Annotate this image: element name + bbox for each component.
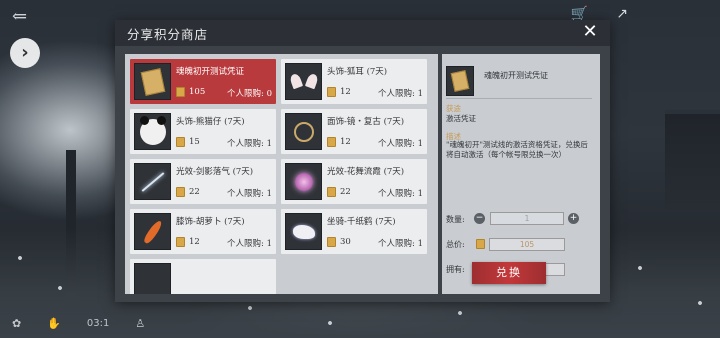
item-thumbnail [285,163,322,200]
quantity-label: 数量: [446,215,465,224]
item-card[interactable]: 头饰-狐耳 (7天) 12 个人限购: 1 [281,59,427,104]
item-thumbnail [134,213,171,250]
points-coin-icon [327,137,336,147]
item-name: 魂魄初开测试凭证 [176,67,245,77]
points-coin-icon [327,187,336,197]
close-button[interactable]: ✕ [580,22,600,42]
item-thumbnail [134,113,171,150]
item-card[interactable]: 光效-花舞流霞 (7天) 22 个人限购: 1 [281,159,427,204]
points-coin-icon [476,239,485,249]
modal-header: 分享积分商店 ✕ [115,20,610,46]
back-arrow-icon[interactable]: ⇐ [12,8,34,26]
person-icon[interactable]: ♙ [135,317,145,330]
quantity-decrease-button[interactable]: − [474,213,485,224]
item-price: 12 [189,237,200,247]
item-thumbnail [134,63,171,100]
detail-item-name: 魂魄初开测试凭证 [484,71,548,80]
house-silhouette [665,110,720,210]
item-price: 12 [340,87,351,97]
fox-ears-icon [291,74,317,90]
item-thumbnail [285,213,322,250]
description-text: "魂魄初开"测试线的激活资格凭证，兑换后将自动激活（每个帐号限兑换一次） [446,140,588,159]
bottom-hud: ✿ ✋ 03:1 ♙ [12,317,145,330]
total-label: 总价: [446,240,465,249]
item-limit: 个人限购: 1 [227,139,272,149]
item-thumbnail [285,113,322,150]
scroll-icon [450,70,470,92]
item-price: 22 [189,187,200,197]
item-price: 22 [340,187,351,197]
share-icon[interactable]: ↗ [616,6,628,22]
chevron-right-icon[interactable]: › [10,38,40,68]
item-name: 头饰-狐耳 (7天) [327,67,388,77]
item-card[interactable] [130,259,276,294]
item-limit: 个人限购: 1 [378,189,423,199]
item-card[interactable]: 光效-剑影落气 (7天) 22 个人限购: 1 [130,159,276,204]
total-price-value: 105 [489,238,565,251]
paper-crane-icon [292,224,315,239]
panda-icon [139,115,166,145]
item-limit: 个人限购: 1 [227,239,272,249]
item-limit: 个人限购: 1 [378,89,423,99]
item-thumbnail [134,263,171,294]
sword-light-icon [141,171,164,192]
clock-readout: 03:1 [86,318,110,329]
owned-label: 拥有: [446,265,465,274]
item-card[interactable]: 头饰-熊猫仔 (7天) 15 个人限购: 1 [130,109,276,154]
item-limit: 个人限购: 1 [378,239,423,249]
modal-title: 分享积分商店 [127,27,209,42]
item-name: 膝饰-胡萝卜 (7天) [176,217,245,227]
item-name: 头饰-熊猫仔 (7天) [176,117,245,127]
item-price: 105 [189,87,206,97]
item-name: 光效-花舞流霞 (7天) [327,167,405,177]
item-card[interactable]: 面饰-镜・复古 (7天) 12 个人限购: 1 [281,109,427,154]
hand-icon[interactable]: ✋ [47,317,61,330]
detail-thumbnail [446,66,474,96]
item-price: 12 [340,137,351,147]
points-coin-icon [176,187,185,197]
item-price: 30 [340,237,351,247]
item-name: 光效-剑影落气 (7天) [176,167,254,177]
scroll-icon [140,67,165,96]
item-price: 15 [189,137,200,147]
item-detail-panel: 魂魄初开测试凭证 获途 激活凭证 描述 "魂魄初开"测试线的激活资格凭证，兑换后… [442,54,600,294]
points-coin-icon [327,237,336,247]
item-card[interactable]: 膝饰-胡萝卜 (7天) 12 个人限购: 1 [130,209,276,254]
item-limit: 个人限购: 1 [227,189,272,199]
item-list: 魂魄初开测试凭证 105 个人限购: 0 头饰-狐耳 (7天) 12 个人限购:… [125,54,438,294]
item-limit: 个人限购: 0 [227,89,272,99]
item-thumbnail [134,163,171,200]
quantity-field[interactable]: 1 [490,212,564,225]
carrot-icon [141,218,164,245]
points-coin-icon [176,137,185,147]
divider [446,98,592,99]
source-value: 激活凭证 [446,114,476,123]
item-limit: 个人限购: 1 [378,139,423,149]
item-thumbnail [285,63,322,100]
item-card[interactable]: 魂魄初开测试凭证 105 个人限购: 0 [130,59,276,104]
points-coin-icon [176,237,185,247]
points-coin-icon [176,87,185,97]
item-name: 坐骑-千纸鹤 (7天) [327,217,396,227]
points-coin-icon [327,87,336,97]
item-name: 面饰-镜・复古 (7天) [327,117,405,127]
exchange-button[interactable]: 兑换 [472,262,546,284]
shop-modal: 分享积分商店 ✕ 魂魄初开测试凭证 105 个人限购: 0 头饰-狐耳 (7天)… [115,20,610,302]
item-card[interactable]: 坐骑-千纸鹤 (7天) 30 个人限购: 1 [281,209,427,254]
flower-light-icon [294,172,313,191]
mirror-icon [293,121,314,142]
quantity-increase-button[interactable]: + [568,213,579,224]
lotus-icon[interactable]: ✿ [12,317,21,330]
